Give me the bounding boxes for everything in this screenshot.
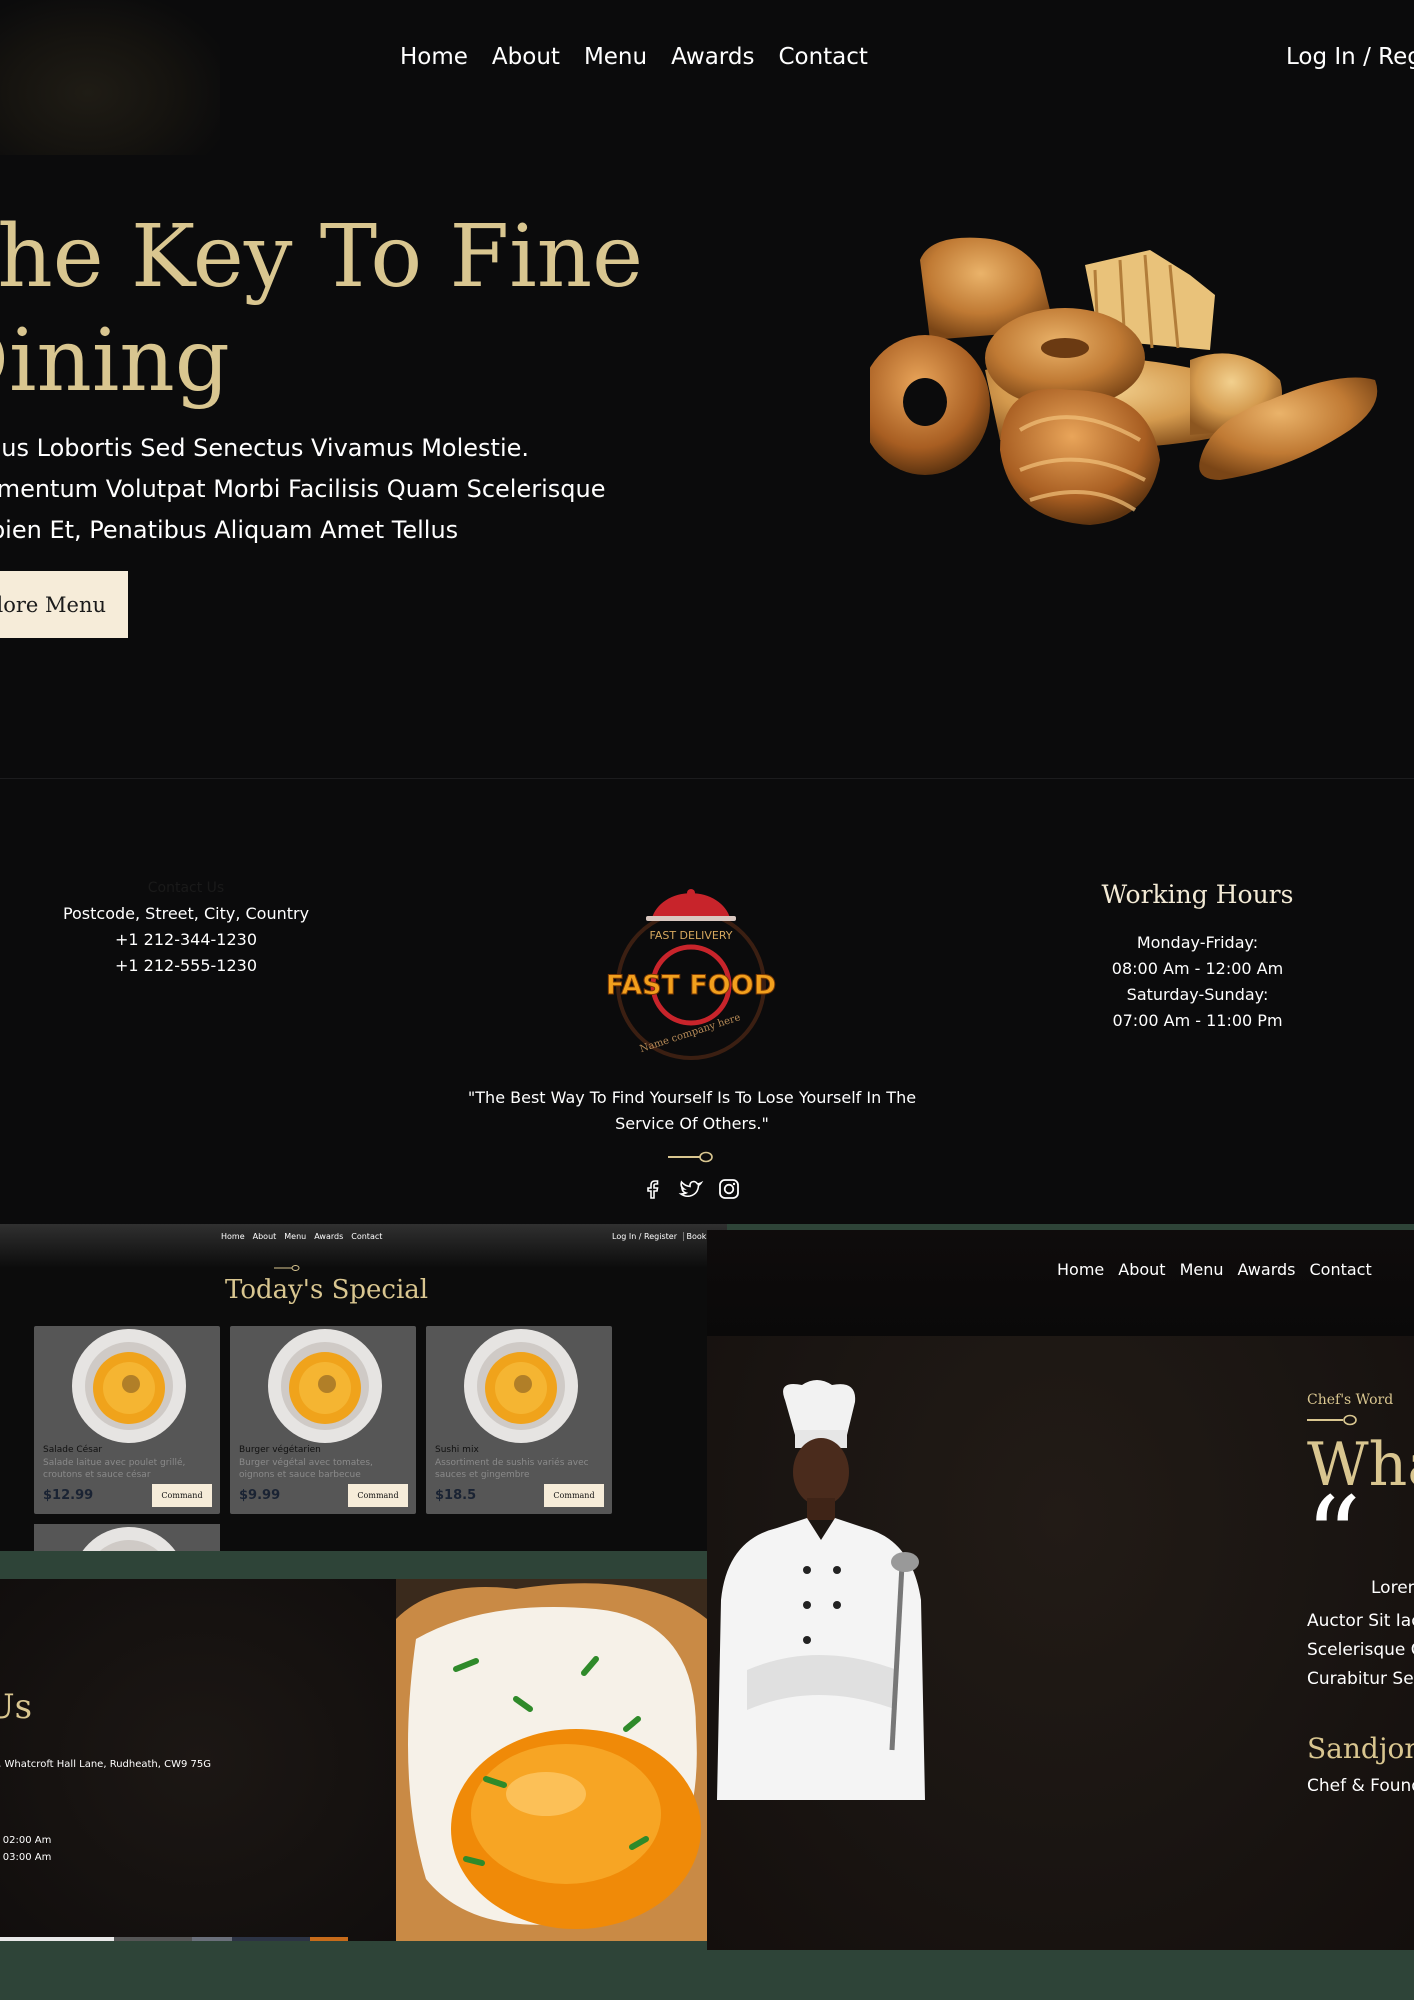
- chef-text-line1: Lorem: [1371, 1578, 1414, 1598]
- special-header: [0, 1224, 727, 1268]
- soup-bowl-image: [464, 1329, 578, 1443]
- chef-nav-awards[interactable]: Awards: [1238, 1260, 1296, 1279]
- nav-contact[interactable]: Contact: [778, 44, 867, 70]
- command-button[interactable]: Command: [544, 1484, 604, 1507]
- todays-special-preview: Home About Menu Awards Contact Log In / …: [0, 1224, 727, 1551]
- slider-indicator-active[interactable]: [0, 1937, 114, 1941]
- todays-special-title: Today's Special: [225, 1275, 429, 1305]
- contact-us-title: Us: [0, 1687, 33, 1727]
- chef-text-line4: Curabitur Ser: [1307, 1669, 1414, 1689]
- slider-indicator[interactable]: [232, 1937, 310, 1941]
- hours-weekday-label: Monday-Friday:: [1136, 933, 1259, 952]
- main-nav: Home About Menu Awards Contact: [400, 44, 868, 70]
- chef-role: Chef & Founder: [1307, 1776, 1414, 1796]
- spoon-divider-icon: [274, 1265, 300, 1271]
- contact-address: Postcode, Street, City, Country: [62, 904, 310, 923]
- special-nav: Home About Menu Awards Contact: [221, 1232, 382, 1241]
- special-nav-menu[interactable]: Menu: [284, 1232, 306, 1241]
- special-nav-about[interactable]: About: [253, 1232, 277, 1241]
- social-links: [640, 1176, 742, 1202]
- special-nav-awards[interactable]: Awards: [314, 1232, 343, 1241]
- card-description: Assortiment de sushis variés avec sauces…: [435, 1458, 589, 1480]
- chef-text-line3: Scelerisque C: [1307, 1640, 1414, 1660]
- chef-photo: [717, 1380, 925, 1800]
- nav-awards[interactable]: Awards: [671, 44, 754, 70]
- special-nav-contact[interactable]: Contact: [351, 1232, 382, 1241]
- menu-card[interactable]: Salade César Salade laitue avec poulet g…: [34, 1326, 220, 1514]
- chef-nav: Home About Menu Awards Contact: [1057, 1260, 1372, 1279]
- special-nav-home[interactable]: Home: [221, 1232, 245, 1241]
- hero-title: The Key To Fine Dining: [0, 205, 643, 413]
- footer-quote: "The Best Way To Find Yourself Is To Los…: [467, 1088, 917, 1133]
- card-description: Salade laitue avec poulet grillé, crouto…: [43, 1458, 186, 1480]
- slider-indicator[interactable]: [192, 1937, 232, 1941]
- chefs-word-preview: Home About Menu Awards Contact Chef's Wo…: [707, 1230, 1414, 1950]
- hero-desc-line2: Fermentum Volutpat Morbi Facilisis Quam …: [0, 475, 606, 503]
- chef-name: Sandjon: [1307, 1732, 1414, 1765]
- facebook-icon[interactable]: [640, 1176, 666, 1202]
- soup-bowl-image: [82, 1527, 176, 1551]
- card-price: $12.99: [43, 1488, 94, 1503]
- command-button[interactable]: Command: [348, 1484, 408, 1507]
- chef-nav-menu[interactable]: Menu: [1180, 1260, 1224, 1279]
- contact-panel-hours-2: - 03:00 Am: [0, 1852, 52, 1863]
- twitter-icon[interactable]: [678, 1176, 704, 1202]
- contact-panel-hours-1: - 02:00 Am: [0, 1835, 52, 1846]
- hours-weekday-time: 08:00 Am - 12:00 Am: [1111, 959, 1284, 978]
- contact-phone-1[interactable]: +1 212-344-1230: [0, 927, 372, 953]
- hours-weekend-time: 07:00 Am - 11:00 Pm: [1112, 1011, 1283, 1030]
- contact-us-preview: Us w, Whatcroft Hall Lane, Rudheath, CW9…: [0, 1579, 707, 1941]
- instagram-icon[interactable]: [716, 1176, 742, 1202]
- hero-description: Lacus Lobortis Sed Senectus Vivamus Mole…: [0, 428, 620, 551]
- chef-header: [707, 1230, 1414, 1336]
- nav-about[interactable]: About: [492, 44, 560, 70]
- card-name: Burger végétarien: [239, 1445, 321, 1455]
- logo-main-text: FAST FOOD: [606, 970, 776, 1001]
- hero-desc-line3: Sapien Et, Penatibus Aliquam Amet Tellus: [0, 516, 459, 544]
- chefs-word-label: Chef's Word: [1307, 1392, 1394, 1408]
- slider-indicator[interactable]: [114, 1937, 192, 1941]
- command-button[interactable]: Command: [152, 1484, 212, 1507]
- contact-info: Postcode, Street, City, Country +1 212-3…: [0, 901, 372, 979]
- contact-heading: Contact Us: [147, 880, 225, 896]
- soup-bowl-image: [268, 1329, 382, 1443]
- hero-desc-line1: Lacus Lobortis Sed Senectus Vivamus Mole…: [0, 434, 530, 462]
- card-price: $9.99: [239, 1488, 281, 1503]
- spoon-divider-icon: [668, 1151, 713, 1163]
- card-name: Salade César: [43, 1445, 103, 1455]
- card-name: Sushi mix: [435, 1445, 479, 1455]
- header-glow: [0, 0, 220, 155]
- nav-menu[interactable]: Menu: [584, 44, 647, 70]
- quote-mark-icon: “: [1305, 1473, 1362, 1601]
- chef-text-line2: Auctor Sit Iac: [1307, 1611, 1414, 1631]
- card-price: $18.5: [435, 1488, 477, 1503]
- section-divider: [0, 778, 1414, 779]
- hero-title-line1: The Key To Fine: [0, 207, 643, 307]
- card-description: Burger végétal avec tomates, oignons et …: [239, 1458, 373, 1480]
- hero-title-line2: Dining: [0, 311, 230, 411]
- slider-indicator[interactable]: [310, 1937, 348, 1941]
- working-hours-title: Working Hours: [1101, 880, 1294, 909]
- explore-menu-button[interactable]: Explore Menu: [0, 571, 128, 638]
- logo-top-text: FAST DELIVERY: [650, 929, 733, 942]
- menu-card-partial: [34, 1524, 220, 1551]
- menu-card[interactable]: Burger végétarien Burger végétal avec to…: [230, 1326, 416, 1514]
- chef-nav-about[interactable]: About: [1118, 1260, 1165, 1279]
- menu-card[interactable]: Sushi mix Assortiment de sushis variés a…: [426, 1326, 612, 1514]
- working-hours: Monday-Friday: 08:00 Am - 12:00 Am Satur…: [1000, 930, 1395, 1034]
- contact-phone-2[interactable]: +1 212-555-1230: [0, 953, 372, 979]
- chef-nav-contact[interactable]: Contact: [1309, 1260, 1371, 1279]
- fried-egg-photo: [396, 1579, 707, 1941]
- spoon-divider-icon: [1307, 1414, 1357, 1426]
- bread-assortment-image: [870, 237, 1378, 525]
- contact-panel-hours: - 02:00 Am - 03:00 Am: [0, 1832, 51, 1866]
- hours-weekend-label: Saturday-Sunday:: [1126, 985, 1269, 1004]
- contact-panel-address: w, Whatcroft Hall Lane, Rudheath, CW9 75…: [0, 1759, 211, 1770]
- chef-nav-home[interactable]: Home: [1057, 1260, 1104, 1279]
- soup-bowl-image: [72, 1329, 186, 1443]
- nav-home[interactable]: Home: [400, 44, 468, 70]
- login-register-link[interactable]: Log In / Register: [1286, 44, 1414, 70]
- special-login-link[interactable]: Log In / Register: [612, 1232, 677, 1241]
- fast-food-logo[interactable]: FAST DELIVERY FAST FOOD Name company her…: [600, 884, 782, 1066]
